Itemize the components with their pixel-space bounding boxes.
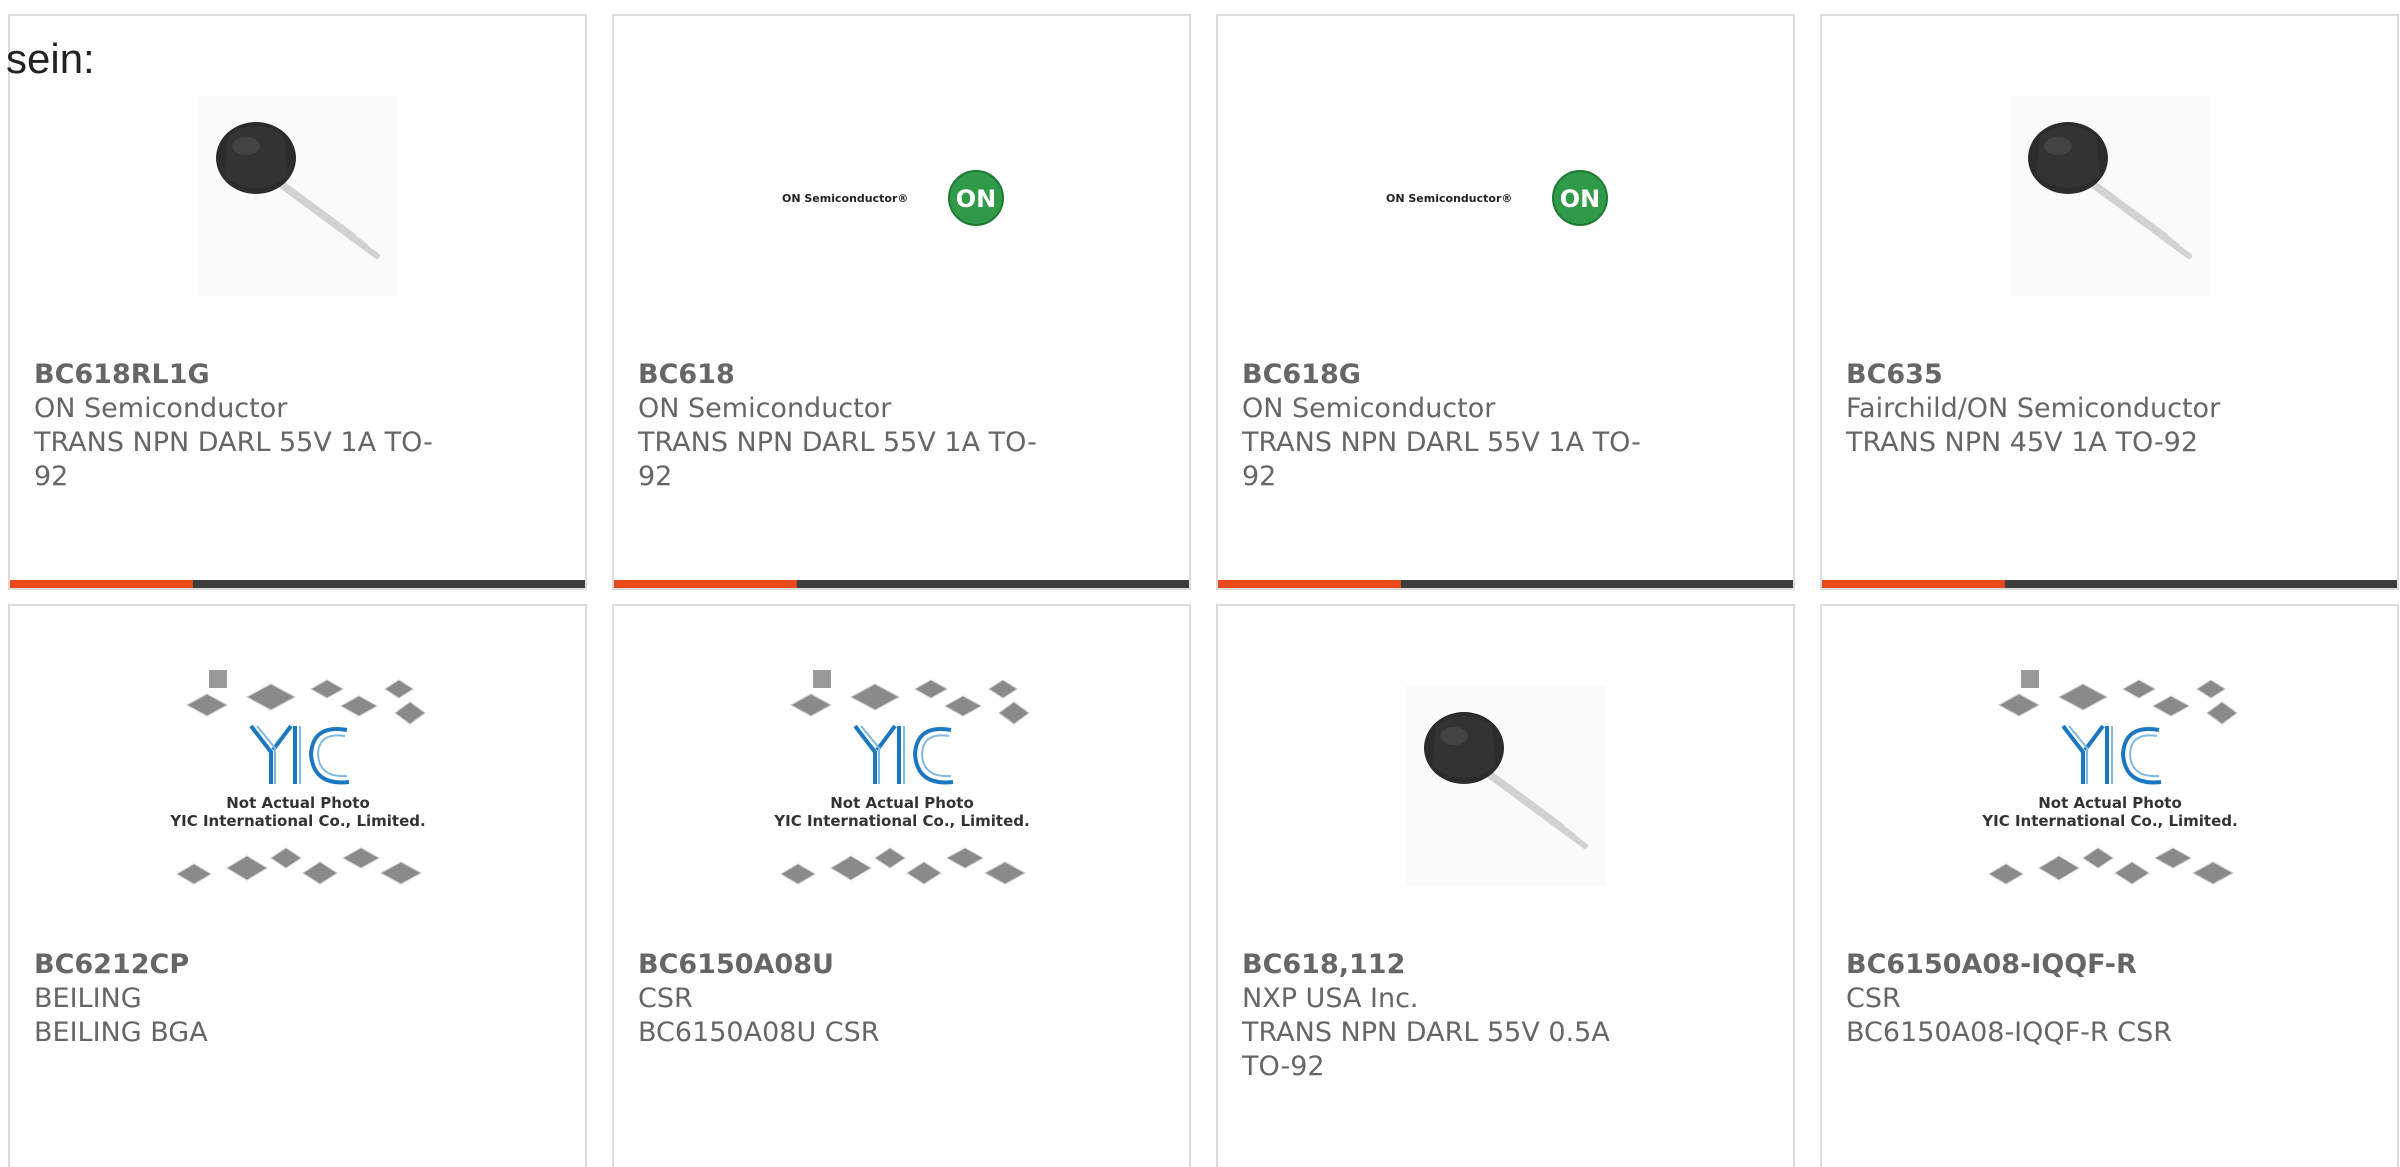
manufacturer: NXP USA Inc. xyxy=(1242,983,1419,1014)
on-semiconductor-logo: ON Semiconductor® ON xyxy=(782,170,1004,226)
not-actual-photo-caption: Not Actual Photo xyxy=(226,794,370,812)
manufacturer: Fairchild/ON Semiconductor xyxy=(1846,393,2221,424)
on-logo-letters: ON xyxy=(1559,185,1600,213)
chip-icons-top xyxy=(185,670,426,725)
chip-icons-bottom xyxy=(175,847,422,885)
on-semiconductor-logo: ON Semiconductor® ON xyxy=(1386,170,1608,226)
yic-company-caption: YIC International Co., Limited. xyxy=(1981,812,2237,830)
part-number-link[interactable]: BC618RL1G xyxy=(34,358,534,392)
yic-placeholder-image: Not Actual PhotoYIC International Co., L… xyxy=(1981,670,2238,885)
part-number-link[interactable]: BC618G xyxy=(1242,358,1742,392)
product-image[interactable]: ON Semiconductor® ON xyxy=(1218,66,1793,326)
description: TRANS NPN DARL 55V 1A TO-92 xyxy=(1242,427,1641,492)
product-card[interactable]: BC618,112 NXP USA Inc. TRANS NPN DARL 55V … xyxy=(1216,604,1795,1167)
description: TRANS NPN DARL 55V 0.5A TO-92 xyxy=(1242,1017,1610,1082)
manufacturer: ON Semiconductor xyxy=(638,393,892,424)
product-card[interactable]: BC618RL1G ON Semiconductor TRANS NPN DARL … xyxy=(8,14,587,590)
product-grid-page: sein: BC618RL1G ON Semiconductor TRANS NPN… xyxy=(0,0,2400,1167)
manufacturer: CSR xyxy=(1846,983,1901,1014)
product-image[interactable]: Not Actual Photo YIC International Co., L… xyxy=(10,656,585,916)
chip-icons-bottom xyxy=(1987,847,2234,885)
card-bottom-bar xyxy=(1822,580,2397,588)
description: BC6150A08U CSR xyxy=(638,1017,880,1048)
product-card[interactable]: BC635 Fairchild/ON Semiconductor TRANS NPN… xyxy=(1820,14,2399,590)
manufacturer: BEILING xyxy=(34,983,142,1014)
card-accent-bar xyxy=(614,580,797,588)
card-bottom-bar xyxy=(614,580,1189,588)
product-image[interactable]: Not Actual Photo YIC International Co., L… xyxy=(1822,656,2397,916)
product-card[interactable]: Not Actual Photo YIC International Co., L… xyxy=(612,604,1191,1167)
yic-company-caption: YIC International Co., Limited. xyxy=(169,812,425,830)
chip-icons-bottom xyxy=(779,847,1026,885)
product-info: BC6212CP BEILING BEILING BGA xyxy=(34,948,534,1050)
product-card[interactable]: ON Semiconductor® ON BC618G ON Semiconducto… xyxy=(1216,14,1795,590)
chip-icons-top xyxy=(1997,670,2238,725)
part-number-link[interactable]: BC618 xyxy=(638,358,1138,392)
chip-icons-top xyxy=(789,670,1030,725)
card-bottom-bar xyxy=(10,580,585,588)
manufacturer: ON Semiconductor xyxy=(34,393,288,424)
product-image[interactable] xyxy=(10,66,585,326)
product-image[interactable]: Not Actual Photo YIC International Co., L… xyxy=(614,656,1189,916)
transistor-photo xyxy=(197,96,398,296)
product-card[interactable]: Not Actual Photo YIC International Co., L… xyxy=(8,604,587,1167)
part-number-link[interactable]: BC635 xyxy=(1846,358,2346,392)
product-info: BC618G ON Semiconductor TRANS NPN DARL 55V… xyxy=(1242,358,1742,494)
description: BC6150A08-IQQF-R CSR xyxy=(1846,1017,2173,1048)
on-semiconductor-wordmark: ON Semiconductor® xyxy=(1386,192,1512,205)
product-card[interactable]: Not Actual Photo YIC International Co., L… xyxy=(1820,604,2399,1167)
product-image[interactable] xyxy=(1822,66,2397,326)
on-logo-letters: ON xyxy=(955,185,996,213)
card-accent-bar xyxy=(1218,580,1401,588)
card-accent-bar xyxy=(1822,580,2005,588)
product-info: BC618,112 NXP USA Inc. TRANS NPN DARL 55V … xyxy=(1242,948,1742,1084)
transistor-photo xyxy=(2009,96,2210,296)
transistor-photo xyxy=(1405,686,1606,886)
part-number-link[interactable]: BC6150A08-IQQF-R xyxy=(1846,948,2346,982)
manufacturer: ON Semiconductor xyxy=(1242,393,1496,424)
description: TRANS NPN 45V 1A TO-92 xyxy=(1846,427,2199,458)
on-semiconductor-wordmark: ON Semiconductor® xyxy=(782,192,908,205)
product-image[interactable] xyxy=(1218,656,1793,916)
product-info: BC618RL1G ON Semiconductor TRANS NPN DARL … xyxy=(34,358,534,494)
not-actual-photo-caption: Not Actual Photo xyxy=(2038,794,2182,812)
product-info: BC618 ON Semiconductor TRANS NPN DARL 55V … xyxy=(638,358,1138,494)
not-actual-photo-caption: Not Actual Photo xyxy=(830,794,974,812)
card-bottom-bar xyxy=(1218,580,1793,588)
description: BEILING BGA xyxy=(34,1017,208,1048)
product-info: BC635 Fairchild/ON Semiconductor TRANS NPN… xyxy=(1846,358,2346,460)
yic-placeholder-image: Not Actual PhotoYIC International Co., L… xyxy=(773,670,1030,885)
part-number-link[interactable]: BC6212CP xyxy=(34,948,534,982)
lead-text: sein: xyxy=(6,35,95,82)
yic-placeholder-image: Not Actual PhotoYIC International Co., L… xyxy=(169,670,426,885)
product-card[interactable]: ON Semiconductor® ON BC618 ON Semiconductor… xyxy=(612,14,1191,590)
product-image[interactable]: ON Semiconductor® ON xyxy=(614,66,1189,326)
part-number-link[interactable]: BC618,112 xyxy=(1242,948,1742,982)
description: TRANS NPN DARL 55V 1A TO-92 xyxy=(34,427,433,492)
card-accent-bar xyxy=(10,580,193,588)
part-number-link[interactable]: BC6150A08U xyxy=(638,948,1138,982)
product-info: BC6150A08-IQQF-R CSR BC6150A08-IQQF-R CSR xyxy=(1846,948,2346,1050)
description: TRANS NPN DARL 55V 1A TO-92 xyxy=(638,427,1037,492)
manufacturer: CSR xyxy=(638,983,693,1014)
product-info: BC6150A08U CSR BC6150A08U CSR xyxy=(638,948,1138,1050)
yic-company-caption: YIC International Co., Limited. xyxy=(773,812,1029,830)
